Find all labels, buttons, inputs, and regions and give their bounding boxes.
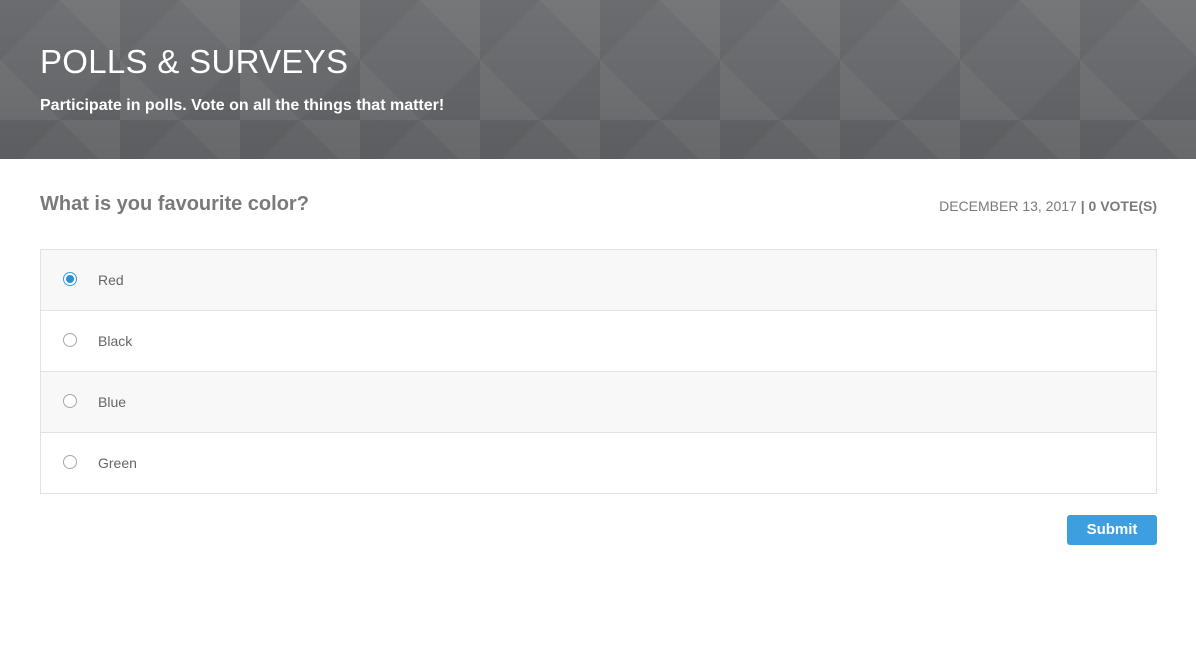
poll-option-black[interactable]: Black: [41, 310, 1156, 371]
vote-count: 0 VOTE(S): [1088, 198, 1157, 214]
option-label: Green: [98, 455, 137, 471]
meta-separator: |: [1080, 198, 1085, 214]
poll-option-green[interactable]: Green: [41, 432, 1156, 493]
page-subtitle: Participate in polls. Vote on all the th…: [40, 97, 445, 114]
radio-unchecked-icon[interactable]: [63, 394, 77, 408]
option-label: Blue: [98, 394, 127, 410]
poll-option-red[interactable]: Red: [41, 250, 1156, 310]
radio-unchecked-icon[interactable]: [63, 333, 77, 347]
radio-checked-icon[interactable]: [63, 272, 77, 286]
poll-question: What is you favourite color?: [40, 193, 309, 215]
poll-date: DECEMBER 13, 2017: [939, 198, 1077, 214]
poll-option-blue[interactable]: Blue: [41, 371, 1156, 432]
radio-unchecked-icon[interactable]: [63, 455, 77, 469]
option-label: Black: [98, 333, 133, 349]
submit-button[interactable]: Submit: [1067, 515, 1157, 545]
option-label: Red: [98, 272, 124, 288]
page-header: POLLS & SURVEYS Participate in polls. Vo…: [0, 0, 1196, 159]
poll-meta: DECEMBER 13, 2017 | 0 VOTE(S): [939, 197, 1157, 215]
page-title: POLLS & SURVEYS: [40, 43, 349, 80]
poll-options-list: Red Black Blue Green: [40, 249, 1157, 494]
